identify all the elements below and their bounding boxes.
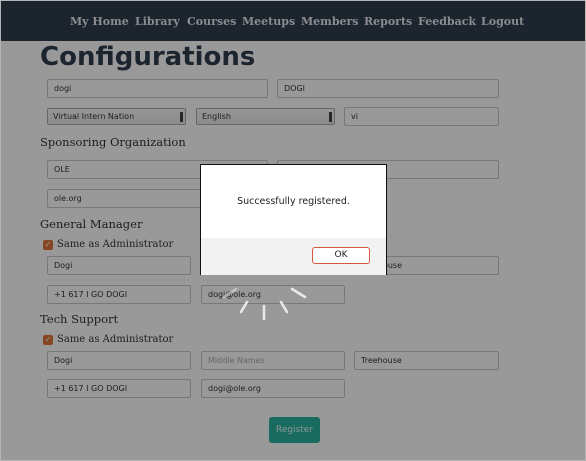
dialog-message: Successfully registered.: [237, 196, 350, 207]
ok-button[interactable]: OK: [312, 247, 370, 264]
success-dialog: Successfully registered. OK: [200, 164, 387, 275]
dialog-footer: OK: [201, 238, 386, 275]
